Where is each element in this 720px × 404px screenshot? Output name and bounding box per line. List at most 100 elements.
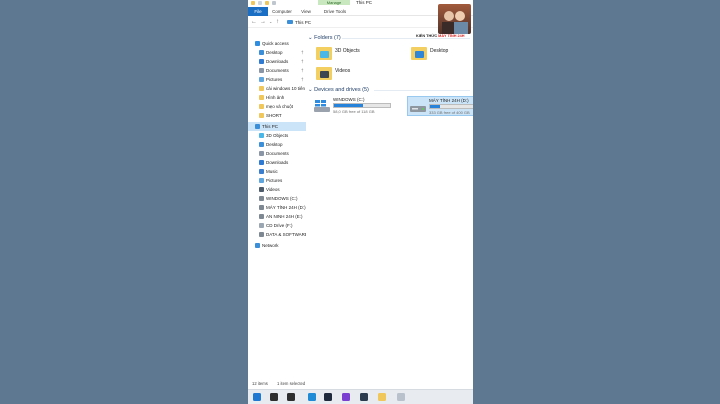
nav-item-label: Music	[266, 169, 278, 174]
download-icon	[259, 59, 264, 64]
pin-icon: †	[301, 68, 304, 73]
file-explorer-icon[interactable]	[378, 393, 386, 401]
nav-item-short[interactable]: SHORT	[248, 111, 306, 120]
nav-item-label: This PC	[262, 124, 279, 129]
folder-icon	[259, 113, 264, 118]
desktop-icon	[415, 51, 424, 58]
customize-quick-access-icon[interactable]	[272, 1, 276, 5]
nav-item-3d-objects[interactable]: 3D Objects	[248, 131, 306, 140]
nav-item-cd-drive-f[interactable]: CD Drive (F:)	[248, 221, 306, 230]
new-folder-icon[interactable]	[265, 1, 269, 5]
drive-usage-bar	[333, 103, 391, 108]
pictures-icon	[259, 178, 264, 183]
nav-item-label: Desktop	[266, 50, 283, 55]
nav-item-label: Videos	[266, 187, 280, 192]
nav-item-m-o-v-chu-t[interactable]: mẹo và chuột	[248, 102, 306, 111]
drive-icon	[259, 214, 264, 219]
network-icon	[255, 243, 260, 248]
tab-computer[interactable]: Computer	[270, 7, 294, 16]
nav-item-label: Network	[262, 243, 279, 248]
channel-logo-photo	[438, 4, 471, 34]
nav-item-music[interactable]: Music	[248, 167, 306, 176]
drive-name: WINDOWS (C:)	[333, 97, 365, 102]
arrow-left-icon[interactable]: ←	[251, 18, 257, 26]
nav-item-c-i-windows-10-ti-n[interactable]: cài windows 10 tiên	[248, 84, 306, 93]
nav-item-label: Downloads	[266, 160, 289, 165]
drives-group-header[interactable]: ⌄ Devices and drives (5)	[308, 86, 369, 94]
drive-free-space: 333 GB free of 400 GB	[429, 110, 470, 115]
chevron-down-icon[interactable]: ⌄	[269, 18, 272, 26]
edge-icon[interactable]	[308, 393, 316, 401]
computer-icon	[255, 124, 260, 129]
desktop-icon	[259, 142, 264, 147]
nav-item-m-y-t-nh-24h-d[interactable]: MÁY TÍNH 24H (D:)	[248, 203, 306, 212]
drive-usage-bar	[429, 104, 473, 109]
camtasia-icon[interactable]	[324, 393, 332, 401]
cloud-icon[interactable]	[397, 393, 405, 401]
nav-item-label: mẹo và chuột	[266, 104, 294, 109]
headset-icon[interactable]	[342, 393, 350, 401]
drive-icon	[410, 106, 426, 112]
drive-tile-d[interactable]: MÁY TÍNH 24H (D:) 333 GB free of 400 GB	[407, 96, 473, 116]
desktop-folder-icon	[411, 47, 427, 60]
cube-icon	[259, 133, 264, 138]
cube-icon	[320, 51, 329, 58]
nav-item-label: cài windows 10 tiên	[266, 86, 306, 91]
folder-tile-3d-objects[interactable]: 3D Objects	[316, 44, 394, 64]
nav-item-data-software[interactable]: DATA & SOFTWARE	[248, 230, 306, 239]
folder-label: Desktop	[430, 48, 449, 54]
manage-context-tab[interactable]: Manage	[318, 0, 350, 5]
folder-icon	[259, 95, 264, 100]
nav-item-network[interactable]: Network	[248, 241, 306, 250]
tab-file[interactable]: File	[248, 7, 268, 16]
tab-drive-tools[interactable]: Drive Tools	[320, 7, 350, 16]
drive-usage-fill	[334, 104, 363, 107]
arrow-right-icon[interactable]: →	[260, 18, 266, 26]
folder-icon	[259, 104, 264, 109]
nav-item-label: Documents	[266, 68, 289, 73]
pin-icon: †	[301, 59, 304, 64]
folder-label: 3D Objects	[335, 48, 360, 54]
task-view-icon[interactable]	[287, 393, 295, 401]
drives-group-label: Devices and drives (5)	[314, 87, 369, 93]
search-icon[interactable]	[270, 393, 278, 401]
nav-item-desktop[interactable]: Desktop	[248, 140, 306, 149]
nav-item-h-nh-nh[interactable]: Hình ảnh	[248, 93, 306, 102]
navigation-pane: Quick access Desktop † Downloads † Documents †…	[248, 34, 306, 374]
folders-group-header[interactable]: ⌄ Folders (7)	[308, 34, 341, 42]
folder-icon	[259, 86, 264, 91]
nav-item-windows-c[interactable]: WINDOWS (C:)	[248, 194, 306, 203]
window-title: This PC	[356, 0, 373, 5]
film-icon	[320, 71, 329, 78]
nav-item-documents[interactable]: Documents	[248, 149, 306, 158]
drive-tile-c[interactable]: WINDOWS (C:) 58,0 GB free of 118 GB	[312, 96, 394, 116]
nav-item-an-ninh-24h-e[interactable]: AN NINH 24H (E:)	[248, 212, 306, 221]
nav-item-documents[interactable]: Documents †	[248, 66, 306, 75]
nav-item-this-pc[interactable]: This PC	[248, 122, 306, 131]
cd-drive-icon	[259, 223, 264, 228]
folder-label: Videos	[335, 68, 351, 74]
folder-tile-videos[interactable]: Videos	[316, 64, 394, 84]
pin-icon: †	[301, 77, 304, 82]
tab-view[interactable]: View	[298, 7, 314, 16]
pictures-icon	[259, 77, 264, 82]
nav-item-quick-access[interactable]: Quick access	[248, 39, 306, 48]
desktop-icon	[259, 50, 264, 55]
terminal-icon[interactable]	[360, 393, 368, 401]
pin-icon: †	[301, 50, 304, 55]
nav-item-downloads[interactable]: Downloads †	[248, 57, 306, 66]
nav-item-videos[interactable]: Videos	[248, 185, 306, 194]
folder-icon	[251, 1, 255, 5]
nav-item-desktop[interactable]: Desktop †	[248, 48, 306, 57]
nav-item-downloads[interactable]: Downloads	[248, 158, 306, 167]
document-icon	[259, 151, 264, 156]
folder-tile-desktop[interactable]: Desktop	[411, 44, 473, 64]
nav-item-label: Hình ảnh	[266, 95, 285, 100]
windows-start-icon[interactable]	[253, 393, 261, 401]
content-pane: ⌄ Folders (7) 3D Objects Desktop Videos …	[308, 34, 473, 374]
nav-item-pictures[interactable]: Pictures †	[248, 75, 306, 84]
arrow-up-icon[interactable]: ↑	[276, 18, 279, 26]
download-icon	[259, 160, 264, 165]
properties-icon[interactable]	[258, 1, 262, 5]
nav-item-pictures[interactable]: Pictures	[248, 176, 306, 185]
